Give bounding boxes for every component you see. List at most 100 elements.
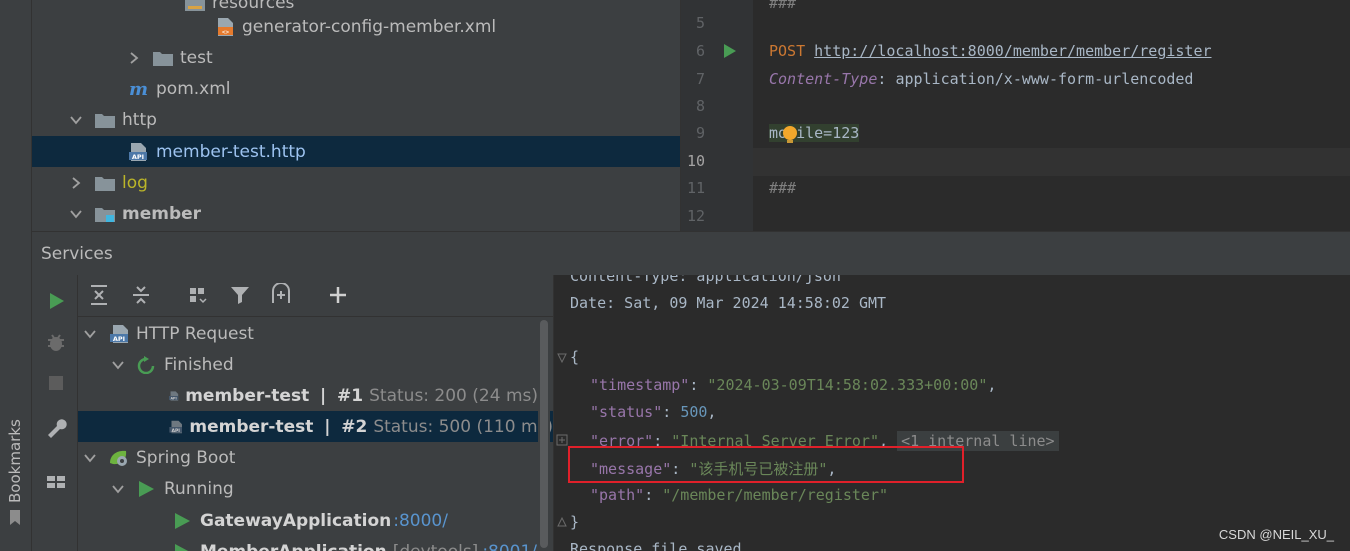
tree-item-generator-config[interactable]: <> generator-config-member.xml: [32, 11, 680, 42]
response-viewer[interactable]: Content-Type: application/json Date: Sat…: [553, 275, 1350, 551]
bookmarks-tab[interactable]: Bookmarks: [6, 419, 24, 503]
http-api-icon: API: [169, 390, 179, 401]
request-name: member-test: [185, 385, 310, 406]
fold-marker-icon[interactable]: [556, 516, 568, 528]
tree-node-running[interactable]: Running: [78, 473, 538, 504]
spring-boot-icon: [110, 450, 127, 466]
request-number: #2: [341, 416, 368, 437]
tree-item-label: member: [122, 203, 202, 224]
filter-icon[interactable]: [228, 283, 252, 307]
code-separator: ###: [769, 0, 797, 12]
expand-all-icon[interactable]: [87, 283, 111, 307]
tree-item-member[interactable]: member: [32, 198, 680, 229]
code-separator: ###: [769, 179, 797, 197]
tree-item-http[interactable]: http: [32, 104, 680, 135]
response-header-date: Date: Sat, 09 Mar 2024 14:58:02 GMT: [570, 294, 887, 312]
service-tag: [devtools]: [393, 542, 479, 551]
service-port-link[interactable]: :8001/: [482, 542, 537, 551]
svg-text:API: API: [132, 153, 144, 161]
json-close-brace: }: [570, 513, 580, 531]
current-line-highlight: [753, 148, 1350, 176]
line-number: 9: [695, 124, 705, 142]
json-value: 500: [680, 403, 708, 421]
service-port-link[interactable]: :8000/: [393, 511, 448, 531]
request-url-link[interactable]: http://localhost:8000/member/member/regi…: [814, 42, 1211, 60]
chevron-down-icon[interactable]: [110, 481, 126, 497]
line-number: 7: [695, 70, 705, 88]
line-number: 6: [695, 42, 705, 60]
svg-text:API: API: [171, 396, 177, 400]
tree-node-http-request[interactable]: API HTTP Request: [78, 318, 538, 349]
tree-item-member-test-http[interactable]: API member-test.http: [32, 136, 680, 167]
request-separator: |: [320, 385, 327, 406]
http-method: POST: [769, 42, 806, 60]
json-line-timestamp: "timestamp": "2024-03-09T14:58:02.333+00…: [590, 376, 997, 394]
running-app-icon: [175, 543, 190, 551]
project-tree: resources <> generator-config-member.xml…: [32, 0, 680, 231]
svg-text:API: API: [113, 335, 125, 343]
json-value: "/member/member/register": [662, 486, 889, 504]
code-request-line: POST http://localhost:8000/member/member…: [769, 42, 1212, 60]
watermark: CSDN @NEIL_XU_: [1218, 527, 1334, 542]
line-number: 12: [686, 207, 705, 225]
running-icon: [139, 480, 154, 497]
debug-icon[interactable]: [44, 330, 68, 354]
svg-text:m: m: [129, 80, 148, 98]
services-toolbar: [78, 275, 553, 317]
services-tree: API HTTP Request Finished API member-tes…: [78, 318, 553, 551]
wrench-icon[interactable]: [44, 415, 68, 439]
bookmark-icon[interactable]: [9, 510, 21, 525]
json-line-status: "status": 500,: [590, 403, 717, 421]
expand-fold-icon[interactable]: [556, 434, 568, 446]
chevron-down-icon[interactable]: [110, 357, 126, 373]
add-icon[interactable]: [326, 283, 350, 307]
json-line-path: "path": "/member/member/register": [590, 486, 889, 504]
run-request-icon[interactable]: [723, 43, 737, 59]
service-item-gateway[interactable]: GatewayApplication :8000/: [78, 505, 538, 536]
svg-text:API: API: [171, 427, 180, 433]
chevron-down-icon[interactable]: [68, 112, 84, 128]
http-api-icon: API: [169, 420, 182, 433]
tree-item-label: http: [122, 109, 157, 130]
group-by-icon[interactable]: [186, 283, 210, 307]
tree-node-spring-boot[interactable]: Spring Boot: [78, 442, 538, 473]
code-header-line: Content-Type: application/x-www-form-url…: [769, 70, 1194, 88]
chevron-right-icon[interactable]: [68, 175, 84, 191]
tree-node-finished[interactable]: Finished: [78, 349, 538, 380]
tree-item-pom[interactable]: m pom.xml: [32, 73, 680, 104]
scrollbar-thumb[interactable]: [540, 320, 548, 548]
chevron-right-icon[interactable]: [126, 50, 142, 66]
folder-icon: [95, 176, 115, 191]
run-icon[interactable]: [44, 289, 68, 313]
json-key: "timestamp": [590, 376, 690, 394]
request-number: #1: [337, 385, 364, 406]
stop-icon[interactable]: [44, 371, 68, 395]
running-app-icon: [175, 512, 190, 529]
chevron-down-icon[interactable]: [82, 450, 98, 466]
http-editor[interactable]: 5 6 7 8 9 10 11 12 ### POST http://local…: [680, 0, 1350, 231]
folder-icon: [153, 51, 173, 66]
chevron-down-icon[interactable]: [68, 206, 84, 222]
layout-icon[interactable]: [44, 470, 68, 494]
chevron-down-icon[interactable]: [82, 326, 98, 342]
svg-text:<>: <>: [222, 29, 230, 36]
fold-marker-icon[interactable]: [556, 352, 568, 364]
services-tree-scrollbar[interactable]: [538, 318, 550, 551]
tree-node-label: Running: [164, 478, 234, 499]
lightbulb-icon[interactable]: [781, 125, 799, 145]
header-name: Content-Type: [769, 70, 878, 88]
http-api-icon: API: [110, 324, 128, 343]
new-service-icon[interactable]: [269, 283, 293, 307]
tree-item-test[interactable]: test: [32, 42, 680, 73]
tree-item-log[interactable]: log: [32, 167, 680, 198]
services-action-bar: [32, 275, 78, 551]
line-number: 11: [686, 179, 705, 197]
request-item-1[interactable]: API member-test | #1 Status: 200 (24 ms): [78, 380, 538, 411]
resources-folder-icon: [185, 0, 205, 11]
tree-node-label: HTTP Request: [136, 323, 254, 344]
service-item-member[interactable]: MemberApplication [devtools] :8001/: [78, 536, 538, 551]
request-item-2[interactable]: API member-test | #2 Status: 500 (110 ms…: [78, 411, 553, 442]
collapse-all-icon[interactable]: [129, 283, 153, 307]
services-title: Services: [41, 244, 113, 264]
response-footer: Response file saved.: [570, 540, 751, 551]
